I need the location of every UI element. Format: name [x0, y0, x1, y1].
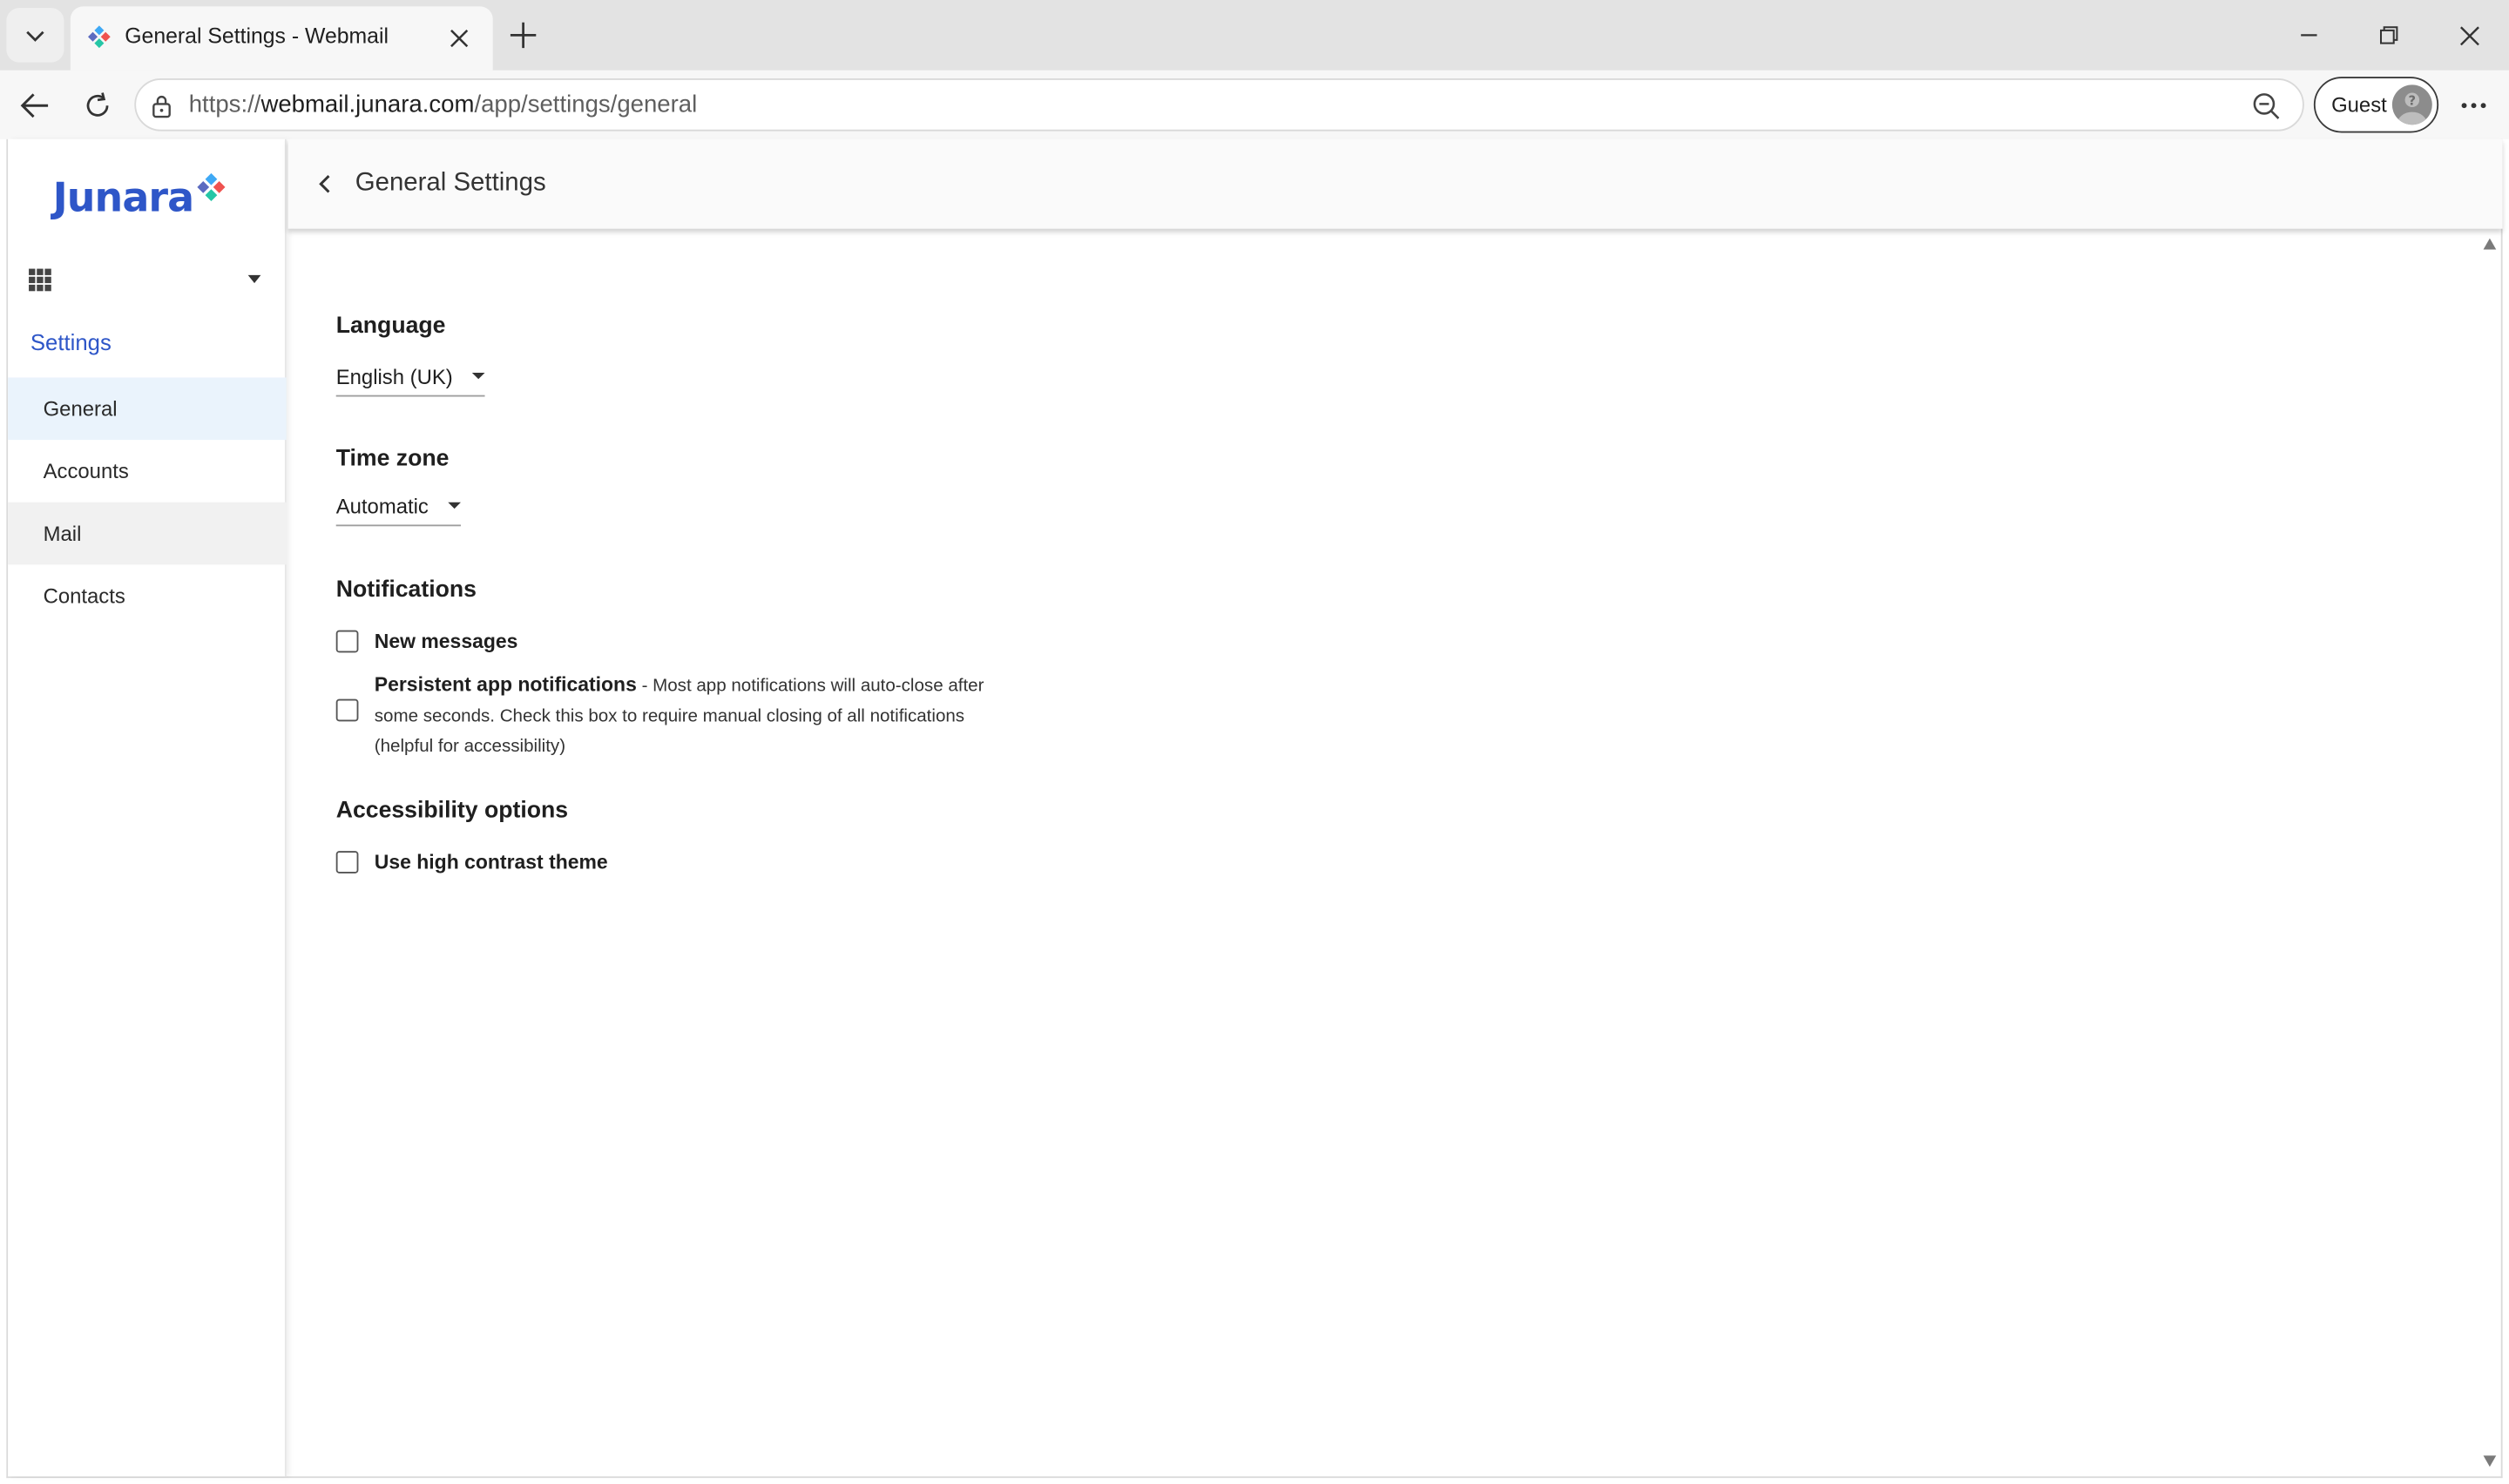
tab-list-button[interactable] — [6, 8, 64, 63]
high-contrast-checkbox[interactable] — [335, 851, 359, 874]
profile-button[interactable]: Guest ? — [2313, 77, 2439, 133]
sidebar-item-mail[interactable]: Mail — [8, 502, 287, 565]
caret-down-icon — [247, 274, 261, 284]
page-title: General Settings — [355, 169, 546, 197]
url-path: /app/settings/general — [474, 91, 698, 118]
arrow-left-icon — [20, 93, 49, 118]
sidebar: Junara Settings General Accounts Mail Co… — [8, 138, 287, 1477]
junara-logo[interactable]: Junara — [52, 172, 227, 226]
persistent-notifications-option: Persistent app notifications - Most app … — [335, 671, 998, 762]
close-icon — [450, 29, 469, 48]
browser-tab-active[interactable]: General Settings - Webmail — [70, 6, 493, 71]
notifications-heading: Notifications — [335, 577, 477, 604]
browser-menu-button[interactable] — [2452, 84, 2496, 126]
persistent-notifications-text: Persistent app notifications - Most app … — [375, 671, 998, 762]
url-scheme: https:// — [188, 91, 261, 118]
language-select[interactable]: English (UK) — [335, 357, 485, 397]
sidebar-item-accounts[interactable]: Accounts — [8, 440, 287, 503]
settings-content: Language English (UK) Time zone Automati… — [288, 232, 2503, 1476]
svg-text:?: ? — [2409, 93, 2417, 108]
timezone-heading: Time zone — [335, 446, 450, 472]
timezone-select[interactable]: Automatic — [335, 486, 461, 527]
avatar-icon: ? — [2391, 84, 2432, 125]
high-contrast-option: Use high contrast theme — [335, 851, 608, 874]
browser-tab-bar: General Settings - Webmail — [0, 0, 2509, 71]
sidebar-item-general[interactable]: General — [8, 377, 287, 441]
language-value: English (UK) — [335, 363, 453, 388]
chevron-left-icon — [319, 174, 330, 193]
new-messages-checkbox[interactable] — [335, 630, 359, 653]
address-bar[interactable]: https://webmail.junara.com/app/settings/… — [134, 78, 2304, 132]
lock-icon — [152, 95, 171, 118]
more-horizontal-icon — [2461, 103, 2486, 109]
language-heading: Language — [335, 313, 446, 340]
settings-nav: General Accounts Mail Contacts — [8, 377, 287, 627]
tab-title: General Settings - Webmail — [125, 24, 389, 49]
back-button[interactable] — [314, 172, 336, 197]
browser-toolbar: https://webmail.junara.com/app/settings/… — [0, 70, 2509, 139]
zoom-out-icon[interactable] — [2251, 91, 2280, 120]
scroll-up-arrow[interactable] — [2483, 238, 2497, 250]
minimize-button[interactable] — [2269, 0, 2349, 71]
restore-icon — [2379, 26, 2398, 44]
junara-favicon-icon — [88, 25, 111, 49]
webmail-app: Junara Settings General Accounts Mail Co… — [6, 138, 2503, 1479]
scroll-down-arrow[interactable] — [2483, 1455, 2497, 1467]
restore-button[interactable] — [2349, 0, 2429, 71]
accessibility-heading: Accessibility options — [335, 798, 569, 824]
persistent-notifications-checkbox[interactable] — [335, 698, 359, 722]
reload-button[interactable] — [73, 82, 121, 130]
timezone-value: Automatic — [335, 493, 429, 518]
plus-icon — [510, 22, 537, 49]
junara-logo-mark-icon — [197, 172, 226, 201]
caret-down-icon — [471, 372, 485, 380]
new-messages-label: New messages — [374, 630, 518, 653]
profile-label: Guest — [2331, 92, 2387, 118]
new-messages-option: New messages — [335, 630, 518, 653]
page-header: General Settings — [287, 138, 2503, 229]
close-window-button[interactable] — [2429, 0, 2509, 71]
close-icon — [2459, 25, 2479, 45]
sidebar-item-contacts[interactable]: Contacts — [8, 564, 287, 627]
chevron-down-icon — [26, 30, 44, 42]
minimize-icon — [2301, 34, 2317, 37]
tab-close-button[interactable] — [442, 21, 477, 56]
caret-down-icon — [447, 502, 461, 509]
new-tab-button[interactable] — [503, 13, 544, 57]
settings-heading: Settings — [30, 329, 112, 355]
back-button[interactable] — [11, 82, 59, 130]
app-switcher[interactable] — [8, 264, 287, 299]
high-contrast-label: Use high contrast theme — [374, 851, 608, 874]
url-host: webmail.junara.com — [260, 91, 475, 118]
apps-grid-icon — [29, 268, 51, 292]
reload-icon — [86, 92, 109, 117]
persistent-notifications-label: Persistent app notifications — [374, 673, 637, 696]
url-text: https://webmail.junara.com/app/settings/… — [189, 91, 697, 118]
logo-text: Junara — [52, 174, 194, 221]
